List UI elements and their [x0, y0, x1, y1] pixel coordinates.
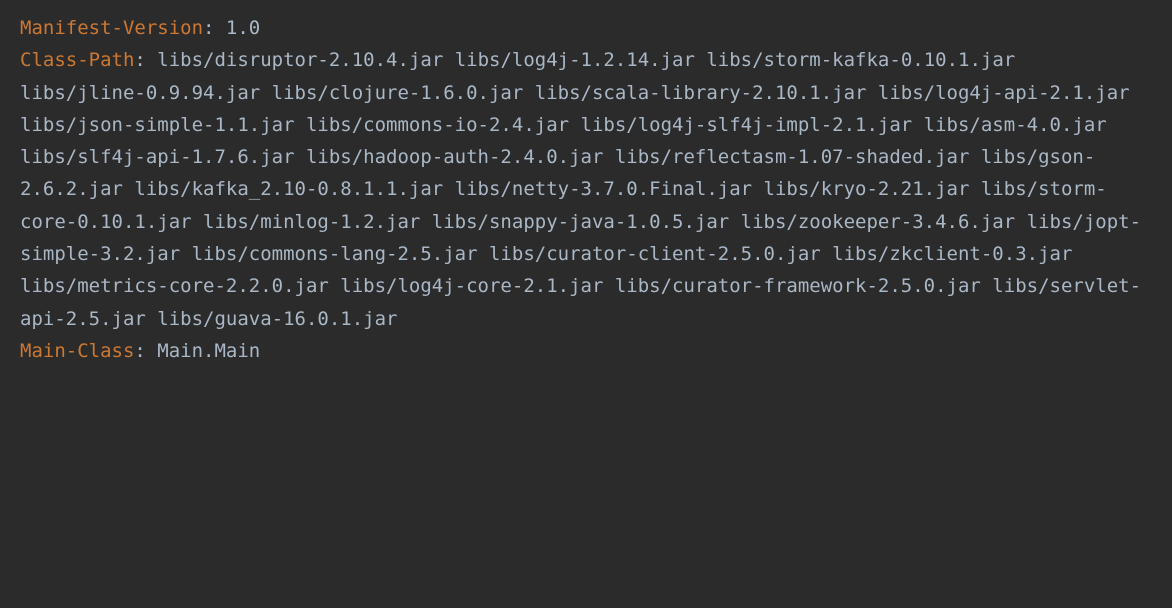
- manifest-file-content: Manifest-Version: 1.0 Class-Path: libs/d…: [20, 12, 1152, 367]
- class-path-key: Class-Path: [20, 49, 134, 71]
- main-class-line: Main-Class: Main.Main: [20, 335, 1152, 367]
- manifest-version-key: Manifest-Version: [20, 17, 203, 39]
- main-class-value: Main.Main: [157, 340, 260, 362]
- class-path-line: Class-Path: libs/disruptor-2.10.4.jar li…: [20, 44, 1152, 335]
- colon-separator: :: [134, 340, 157, 362]
- main-class-key: Main-Class: [20, 340, 134, 362]
- manifest-version-line: Manifest-Version: 1.0: [20, 12, 1152, 44]
- manifest-version-value: 1.0: [226, 17, 260, 39]
- class-path-value: libs/disruptor-2.10.4.jar libs/log4j-1.2…: [20, 49, 1141, 329]
- colon-separator: :: [203, 17, 226, 39]
- colon-separator: :: [134, 49, 157, 71]
